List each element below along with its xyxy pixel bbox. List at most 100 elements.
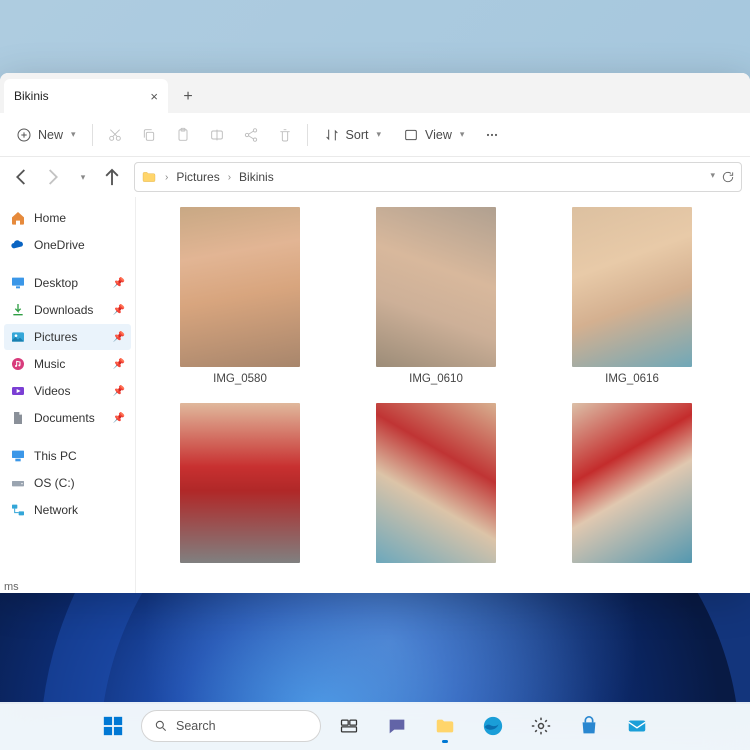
arrow-left-icon — [8, 163, 36, 191]
cut-button — [99, 119, 131, 151]
tab-bikinis[interactable]: Bikinis × — [4, 79, 168, 113]
drive-icon — [10, 475, 26, 491]
chat-icon — [386, 715, 408, 737]
sidebar-item-network[interactable]: Network — [4, 497, 131, 523]
search-icon — [154, 719, 168, 733]
taskbar: Search — [0, 702, 750, 750]
cloud-icon — [10, 237, 26, 253]
sidebar-item-videos[interactable]: Videos 📌 — [4, 378, 131, 404]
pin-icon: 📌 — [113, 305, 125, 316]
share-button — [235, 119, 267, 151]
desktop-wallpaper — [0, 592, 750, 704]
back-button[interactable] — [8, 161, 36, 193]
edge-icon — [482, 715, 504, 737]
view-label: View — [425, 128, 452, 142]
image-thumbnail — [180, 207, 300, 367]
sidebar-item-documents[interactable]: Documents 📌 — [4, 405, 131, 431]
nav-arrows: ▾ — [8, 161, 126, 193]
sidebar-item-label: Videos — [34, 384, 70, 398]
image-thumbnail — [376, 403, 496, 563]
sidebar-item-desktop[interactable]: Desktop 📌 — [4, 270, 131, 296]
close-icon[interactable]: × — [150, 89, 158, 104]
forward-button — [38, 161, 66, 193]
taskbar-chat[interactable] — [377, 706, 417, 746]
new-label: New — [38, 128, 63, 142]
sidebar-item-os-c[interactable]: OS (C:) — [4, 470, 131, 496]
sidebar-item-label: Home — [34, 211, 66, 225]
task-view-button[interactable] — [329, 706, 369, 746]
view-icon — [403, 127, 419, 143]
chevron-down-icon[interactable]: ▾ — [710, 170, 715, 184]
arrow-right-icon — [38, 163, 66, 191]
plus-circle-icon — [16, 127, 32, 143]
taskbar-search[interactable]: Search — [141, 710, 321, 742]
delete-button — [269, 119, 301, 151]
sidebar-item-label: OS (C:) — [34, 476, 75, 490]
new-tab-button[interactable]: + — [172, 81, 204, 113]
taskbar-settings[interactable] — [521, 706, 561, 746]
file-name: IMG_0580 — [213, 373, 267, 385]
rename-button — [201, 119, 233, 151]
sidebar-item-music[interactable]: Music 📌 — [4, 351, 131, 377]
pin-icon: 📌 — [113, 332, 125, 343]
refresh-icon[interactable] — [721, 170, 735, 184]
view-button[interactable]: View ▾ — [393, 119, 474, 151]
breadcrumb[interactable]: › Pictures › Bikinis ▾ — [134, 162, 742, 192]
separator — [92, 124, 93, 146]
file-explorer-window: ms Bikinis × + New ▾ — [0, 73, 750, 593]
image-thumbnail — [572, 207, 692, 367]
breadcrumb-segment[interactable]: Pictures — [176, 170, 219, 184]
recent-button[interactable]: ▾ — [68, 161, 96, 193]
chevron-down-icon: ▾ — [376, 129, 381, 140]
network-icon — [10, 502, 26, 518]
breadcrumb-segment[interactable]: Bikinis — [239, 170, 274, 184]
file-thumbnail[interactable] — [552, 403, 712, 589]
new-button[interactable]: New ▾ — [6, 119, 86, 151]
copy-button — [133, 119, 165, 151]
sort-button[interactable]: Sort ▾ — [314, 119, 391, 151]
chevron-right-icon: › — [228, 172, 231, 183]
sidebar-item-onedrive[interactable]: OneDrive — [4, 232, 131, 258]
pin-icon: 📌 — [113, 386, 125, 397]
mail-icon — [626, 715, 648, 737]
paste-icon — [175, 127, 191, 143]
sidebar-item-home[interactable]: Home — [4, 205, 131, 231]
sidebar-item-label: This PC — [34, 449, 77, 463]
sidebar-item-downloads[interactable]: Downloads 📌 — [4, 297, 131, 323]
desktop-icon — [10, 275, 26, 291]
taskbar-file-explorer[interactable] — [425, 706, 465, 746]
taskbar-store[interactable] — [569, 706, 609, 746]
file-grid: IMG_0580 IMG_0610 IMG_0616 — [136, 197, 750, 593]
body: Home OneDrive Desktop 📌 Downloads 📌 — [0, 197, 750, 593]
videos-icon — [10, 383, 26, 399]
folder-icon — [434, 715, 456, 737]
file-thumbnail[interactable] — [160, 403, 320, 589]
home-icon — [10, 210, 26, 226]
pin-icon: 📌 — [113, 413, 125, 424]
more-button[interactable] — [476, 119, 508, 151]
sidebar-item-pictures[interactable]: Pictures 📌 — [4, 324, 131, 350]
search-placeholder: Search — [176, 719, 216, 733]
file-thumbnail[interactable] — [356, 403, 516, 589]
up-button[interactable] — [98, 161, 126, 193]
file-thumbnail[interactable]: IMG_0580 — [160, 207, 320, 393]
gear-icon — [531, 716, 551, 736]
taskbar-mail[interactable] — [617, 706, 657, 746]
sidebar-item-label: OneDrive — [34, 238, 85, 252]
documents-icon — [10, 410, 26, 426]
sidebar-item-label: Desktop — [34, 276, 78, 290]
sort-label: Sort — [346, 128, 369, 142]
copy-icon — [141, 127, 157, 143]
store-icon — [578, 715, 600, 737]
pictures-icon — [10, 329, 26, 345]
taskbar-edge[interactable] — [473, 706, 513, 746]
pin-icon: 📌 — [113, 278, 125, 289]
start-button[interactable] — [93, 706, 133, 746]
trash-icon — [277, 127, 293, 143]
file-thumbnail[interactable]: IMG_0616 — [552, 207, 712, 393]
chevron-down-icon: ▾ — [460, 129, 465, 140]
chevron-right-icon: › — [165, 172, 168, 183]
tab-label: Bikinis — [14, 89, 49, 103]
sidebar-item-this-pc[interactable]: This PC — [4, 443, 131, 469]
file-thumbnail[interactable]: IMG_0610 — [356, 207, 516, 393]
